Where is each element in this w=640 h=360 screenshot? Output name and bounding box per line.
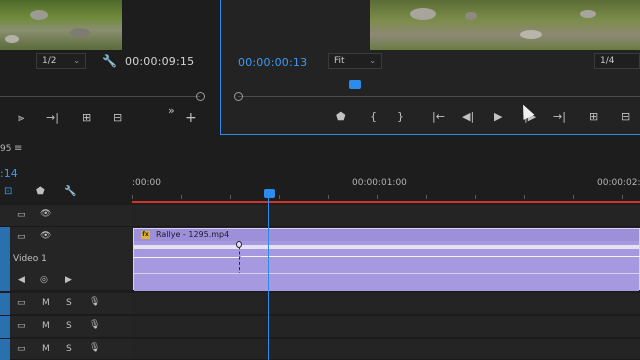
mark-in-icon[interactable]: { xyxy=(370,110,377,123)
clip-separator xyxy=(134,245,639,249)
mute-toggle[interactable]: M xyxy=(42,298,50,308)
ruler-label: 00:00:01:00 xyxy=(352,178,407,188)
fx-badge-icon[interactable]: fx xyxy=(141,231,150,239)
timeline-playhead-line xyxy=(268,198,269,360)
go-to-in-icon[interactable]: |← xyxy=(432,110,445,123)
track-lane-a1[interactable] xyxy=(132,293,640,315)
clip-lower-band xyxy=(134,273,639,291)
solo-toggle[interactable]: S xyxy=(66,298,72,308)
premiere-workspace: 1/2 ⌄ 🔧 00:00:09:15 ⫸ →| ⊞ ⊟ » + 00:00:00… xyxy=(0,0,640,360)
track-target-a2[interactable] xyxy=(0,316,10,338)
insert-icon[interactable]: ⊞ xyxy=(82,111,91,124)
mark-out-icon[interactable]: } xyxy=(397,110,404,123)
more-icon[interactable]: » xyxy=(168,104,175,117)
add-keyframe-icon[interactable]: ◎ xyxy=(40,275,48,285)
snap-icon[interactable]: ⊡ xyxy=(4,186,12,197)
program-playhead[interactable] xyxy=(349,80,361,89)
chevron-down-icon: ⌄ xyxy=(73,56,80,65)
track-target-v1[interactable] xyxy=(0,227,10,291)
prev-keyframe-icon[interactable]: ◀ xyxy=(18,275,25,285)
chevron-down-icon: ⌄ xyxy=(369,56,376,65)
film-icon[interactable]: ▭ xyxy=(17,232,26,242)
solo-toggle[interactable]: S xyxy=(66,321,72,331)
source-zoom-select[interactable]: 1/2 ⌄ xyxy=(36,53,86,69)
video-clip[interactable]: fx Rallye - 1295.mp4 xyxy=(133,228,640,291)
timeline-tools: ⊡ ⬟ 🔧 xyxy=(0,186,130,200)
source-timecode[interactable]: 00:00:09:15 xyxy=(125,55,194,68)
track-header-a2: ▭ M S 🎙 xyxy=(0,316,132,338)
timeline-playhead[interactable] xyxy=(264,189,275,198)
track-lane-a2[interactable] xyxy=(132,316,640,338)
microphone-icon[interactable]: 🎙 xyxy=(89,297,100,307)
step-back-icon[interactable]: ◀| xyxy=(462,110,474,123)
mute-toggle[interactable]: M xyxy=(42,344,50,354)
film-icon[interactable]: ▭ xyxy=(17,321,26,331)
extract-icon[interactable]: ⊟ xyxy=(621,110,630,123)
source-video-frame xyxy=(0,0,122,50)
program-scrub-start-handle[interactable] xyxy=(234,92,243,101)
work-area-bar[interactable] xyxy=(132,201,640,203)
film-icon[interactable]: ▭ xyxy=(17,344,26,354)
clip-title: Rallye - 1295.mp4 xyxy=(156,230,230,239)
track-header-v2: ▭ 👁 xyxy=(0,205,132,227)
sequence-tab[interactable]: 95 xyxy=(0,144,11,154)
timeline-header xyxy=(0,142,640,160)
step-forward-icon[interactable]: →| xyxy=(46,111,59,124)
timeline-ruler[interactable]: :00:00 00:00:01:00 00:00:02:0 xyxy=(132,175,640,203)
play-icon[interactable]: ▶ xyxy=(494,110,502,123)
program-timecode[interactable]: 00:00:00:13 xyxy=(238,56,307,69)
film-icon[interactable]: ▭ xyxy=(17,210,26,220)
ruler-label: 00:00:02:0 xyxy=(597,178,640,188)
keyframe-marker[interactable] xyxy=(236,241,242,248)
next-keyframe-icon[interactable]: ▶ xyxy=(65,275,72,285)
rubber-band-line[interactable] xyxy=(134,257,239,258)
track-lane-v2[interactable] xyxy=(132,205,640,227)
mark-in-icon[interactable]: ⫸ xyxy=(18,111,24,125)
wrench-icon[interactable]: 🔧 xyxy=(64,186,76,197)
wrench-icon[interactable]: 🔧 xyxy=(102,54,117,68)
track-target-a3[interactable] xyxy=(0,339,10,360)
track-target-a1[interactable] xyxy=(0,293,10,315)
track-header-a3: ▭ M S 🎙 xyxy=(0,339,132,360)
rubber-band-line[interactable] xyxy=(241,256,640,257)
timeline-timecode[interactable]: :14 xyxy=(0,167,18,180)
program-scrub-bar[interactable] xyxy=(238,96,640,97)
microphone-icon[interactable]: 🎙 xyxy=(89,343,100,353)
add-marker-icon[interactable]: ⬟ xyxy=(36,186,45,197)
track-lane-a3[interactable] xyxy=(132,339,640,360)
ruler-label: :00:00 xyxy=(132,178,161,188)
microphone-icon[interactable]: 🎙 xyxy=(89,320,100,330)
solo-toggle[interactable]: S xyxy=(66,344,72,354)
overwrite-icon[interactable]: ⊟ xyxy=(113,111,122,124)
mute-toggle[interactable]: M xyxy=(42,321,50,331)
program-video-frame xyxy=(370,0,640,50)
film-icon[interactable]: ▭ xyxy=(17,298,26,308)
lift-icon[interactable]: ⊞ xyxy=(589,110,598,123)
eye-icon[interactable]: 👁 xyxy=(40,209,51,219)
source-scrub-end-handle[interactable] xyxy=(196,92,205,101)
add-icon[interactable]: + xyxy=(185,110,197,126)
track-header-v1: ▭ 👁 Video 1 ◀ ◎ ▶ xyxy=(0,227,132,291)
panel-menu-icon[interactable]: ≡ xyxy=(14,143,22,154)
track-name: Video 1 xyxy=(13,254,47,264)
eye-icon[interactable]: 👁 xyxy=(40,231,51,241)
add-marker-icon[interactable]: ⬟ xyxy=(336,110,346,123)
track-header-a1: ▭ M S 🎙 xyxy=(0,293,132,315)
source-scrub-bar[interactable] xyxy=(0,96,200,97)
resolution-select[interactable]: 1/4 xyxy=(594,53,640,69)
go-to-out-icon[interactable]: →| xyxy=(553,110,566,123)
fit-select[interactable]: Fit ⌄ xyxy=(328,53,382,69)
